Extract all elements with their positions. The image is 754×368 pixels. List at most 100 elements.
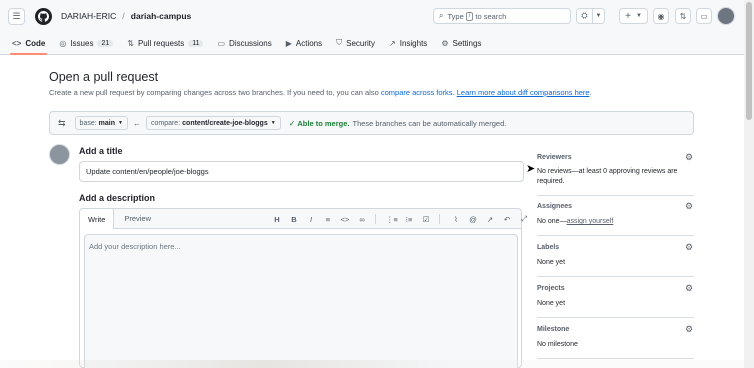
tab-discussions-label: Discussions: [229, 38, 272, 48]
code-icon[interactable]: <>: [339, 213, 351, 225]
assign-yourself-link[interactable]: assign yourself: [567, 218, 614, 225]
description-placeholder: Add your description here...: [89, 242, 181, 251]
sidebar-reviewers: Reviewers ⚙ No reviews—at least 0 approv…: [537, 148, 694, 196]
pull-requests-counter: 11: [188, 39, 204, 47]
milestone-title[interactable]: Milestone: [537, 326, 569, 333]
pull-requests-button[interactable]: ⇅: [675, 8, 691, 24]
search-suffix: to search: [475, 11, 507, 21]
link-icon[interactable]: ∞: [356, 213, 368, 225]
tab-settings[interactable]: ⚙ Settings: [441, 32, 481, 55]
reply-icon[interactable]: ↶: [501, 213, 513, 225]
tab-issues[interactable]: ◎ Issues 21: [59, 32, 114, 55]
tab-security[interactable]: ⛉ Security: [336, 32, 375, 55]
heading-icon[interactable]: H: [271, 213, 283, 225]
tab-preview[interactable]: Preview: [114, 208, 161, 228]
assignees-title[interactable]: Assignees: [537, 203, 572, 210]
compare-branch-name: content/create-joe-bloggs: [182, 119, 268, 127]
comment-discussion-icon: ▭: [217, 38, 226, 48]
plus-icon: +: [625, 10, 631, 22]
italic-icon[interactable]: I: [305, 213, 317, 225]
mouse-cursor-icon: ➤: [526, 163, 536, 175]
base-prefix: base:: [79, 119, 97, 127]
cross-reference-icon[interactable]: ↗: [484, 213, 496, 225]
title-field[interactable]: Update content/en/people/joe-bloggs: [79, 161, 524, 182]
tab-discussions[interactable]: ▭ Discussions: [217, 32, 271, 55]
reviewers-title[interactable]: Reviewers: [537, 154, 572, 161]
chevron-down-icon: ▼: [635, 13, 642, 19]
user-avatar-menu[interactable]: [717, 7, 735, 25]
desktop-background-strip: [0, 360, 754, 368]
inbox-shortcut: ▭: [696, 8, 712, 24]
play-icon: ▶: [285, 38, 292, 48]
github-logo-icon[interactable]: [35, 7, 52, 25]
create-new-button[interactable]: + ▼: [619, 8, 648, 24]
issue-opened-icon: ◎: [59, 38, 67, 48]
chevron-down-icon: ▼: [118, 120, 123, 126]
milestone-value: No milestone: [537, 341, 578, 348]
search-prefix: Type: [447, 11, 464, 21]
gear-icon[interactable]: ⚙: [685, 283, 693, 294]
gear-icon: ⚙: [441, 38, 449, 48]
base-branch-select[interactable]: base: main ▼: [74, 116, 128, 130]
arrow-left-icon: ←: [132, 118, 141, 128]
git-pull-request-icon: ⇅: [127, 38, 134, 48]
gear-icon[interactable]: ⚙: [685, 201, 693, 212]
description-editor: Write Preview H B I ≡ <> ∞ ⋮≡ ⁝≡ ☑ ⌇ @ ↗…: [79, 208, 527, 368]
tab-actions[interactable]: ▶ Actions: [286, 32, 322, 55]
assignees-none: No one—: [537, 218, 567, 225]
gear-icon[interactable]: ⚙: [685, 242, 693, 253]
toolbar-divider: [439, 214, 440, 224]
learn-more-link[interactable]: Learn more about diff comparisons here: [457, 88, 590, 97]
tab-code[interactable]: <> Code: [9, 32, 48, 55]
create-group: + ▼: [619, 8, 648, 24]
copilot-icon: ⛭: [581, 11, 588, 20]
compare-branch-select[interactable]: compare: content/create-joe-bloggs ▼: [145, 116, 281, 130]
tab-code-label: Code: [25, 38, 46, 48]
compare-forks-link[interactable]: compare across forks: [381, 88, 453, 97]
description-text: Create a new pull request by comparing c…: [49, 88, 381, 97]
check-icon: ✓: [288, 118, 296, 128]
fullscreen-icon[interactable]: ⤢: [518, 213, 530, 225]
page-title: Open a pull request: [49, 70, 159, 84]
base-branch-name: main: [98, 119, 116, 127]
tab-pull-requests[interactable]: ⇅ Pull requests 11: [127, 32, 204, 55]
bold-icon[interactable]: B: [288, 213, 300, 225]
tab-security-label: Security: [346, 38, 376, 48]
numbered-list-icon[interactable]: ⋮≡: [386, 213, 398, 225]
search-input[interactable]: ⌕ Type / to search: [433, 8, 571, 24]
copilot-group: ⛭ ▼: [576, 8, 605, 24]
owner-link[interactable]: DARIAH-ERIC: [61, 11, 116, 21]
avatar: [49, 144, 70, 165]
projects-value: None yet: [537, 300, 566, 307]
description-textarea[interactable]: Add your description here...: [84, 234, 518, 368]
sidebar-assignees: Assignees ⚙ No one—assign yourself: [537, 196, 694, 236]
tab-settings-label: Settings: [452, 38, 482, 48]
git-compare-icon: ⇆: [58, 117, 66, 128]
gear-icon[interactable]: ⚙: [685, 152, 693, 163]
mention-icon[interactable]: @: [467, 213, 479, 225]
task-list-icon[interactable]: ☑: [420, 213, 432, 225]
quote-icon[interactable]: ≡: [322, 213, 334, 225]
tab-insights-label: Insights: [399, 38, 428, 48]
breadcrumb-separator: /: [122, 11, 125, 21]
notifications-button[interactable]: ▭: [696, 8, 712, 24]
copilot-dropdown-button[interactable]: ▼: [593, 8, 605, 24]
search-icon: ⌕: [439, 11, 444, 20]
tab-write[interactable]: Write: [80, 209, 115, 229]
projects-title[interactable]: Projects: [537, 285, 565, 292]
issue-opened-icon: ◉: [657, 11, 665, 21]
scrollbar-thumb[interactable]: [746, 2, 752, 120]
labels-title[interactable]: Labels: [537, 244, 559, 251]
issues-button[interactable]: ◉: [653, 8, 669, 24]
paperclip-icon[interactable]: ⌇: [450, 213, 462, 225]
repo-link[interactable]: dariah-campus: [131, 11, 191, 21]
tab-insights[interactable]: ↗ Insights: [389, 32, 427, 55]
bulleted-list-icon[interactable]: ⁝≡: [403, 213, 415, 225]
description-label: Add a description: [79, 193, 156, 203]
tab-issues-label: Issues: [70, 38, 94, 48]
gear-icon[interactable]: ⚙: [685, 324, 693, 335]
hamburger-menu-button[interactable]: ☰: [8, 7, 25, 25]
copilot-button[interactable]: ⛭: [576, 8, 593, 24]
code-icon: <>: [12, 38, 22, 48]
pulls-shortcut: ⇅: [675, 8, 691, 24]
